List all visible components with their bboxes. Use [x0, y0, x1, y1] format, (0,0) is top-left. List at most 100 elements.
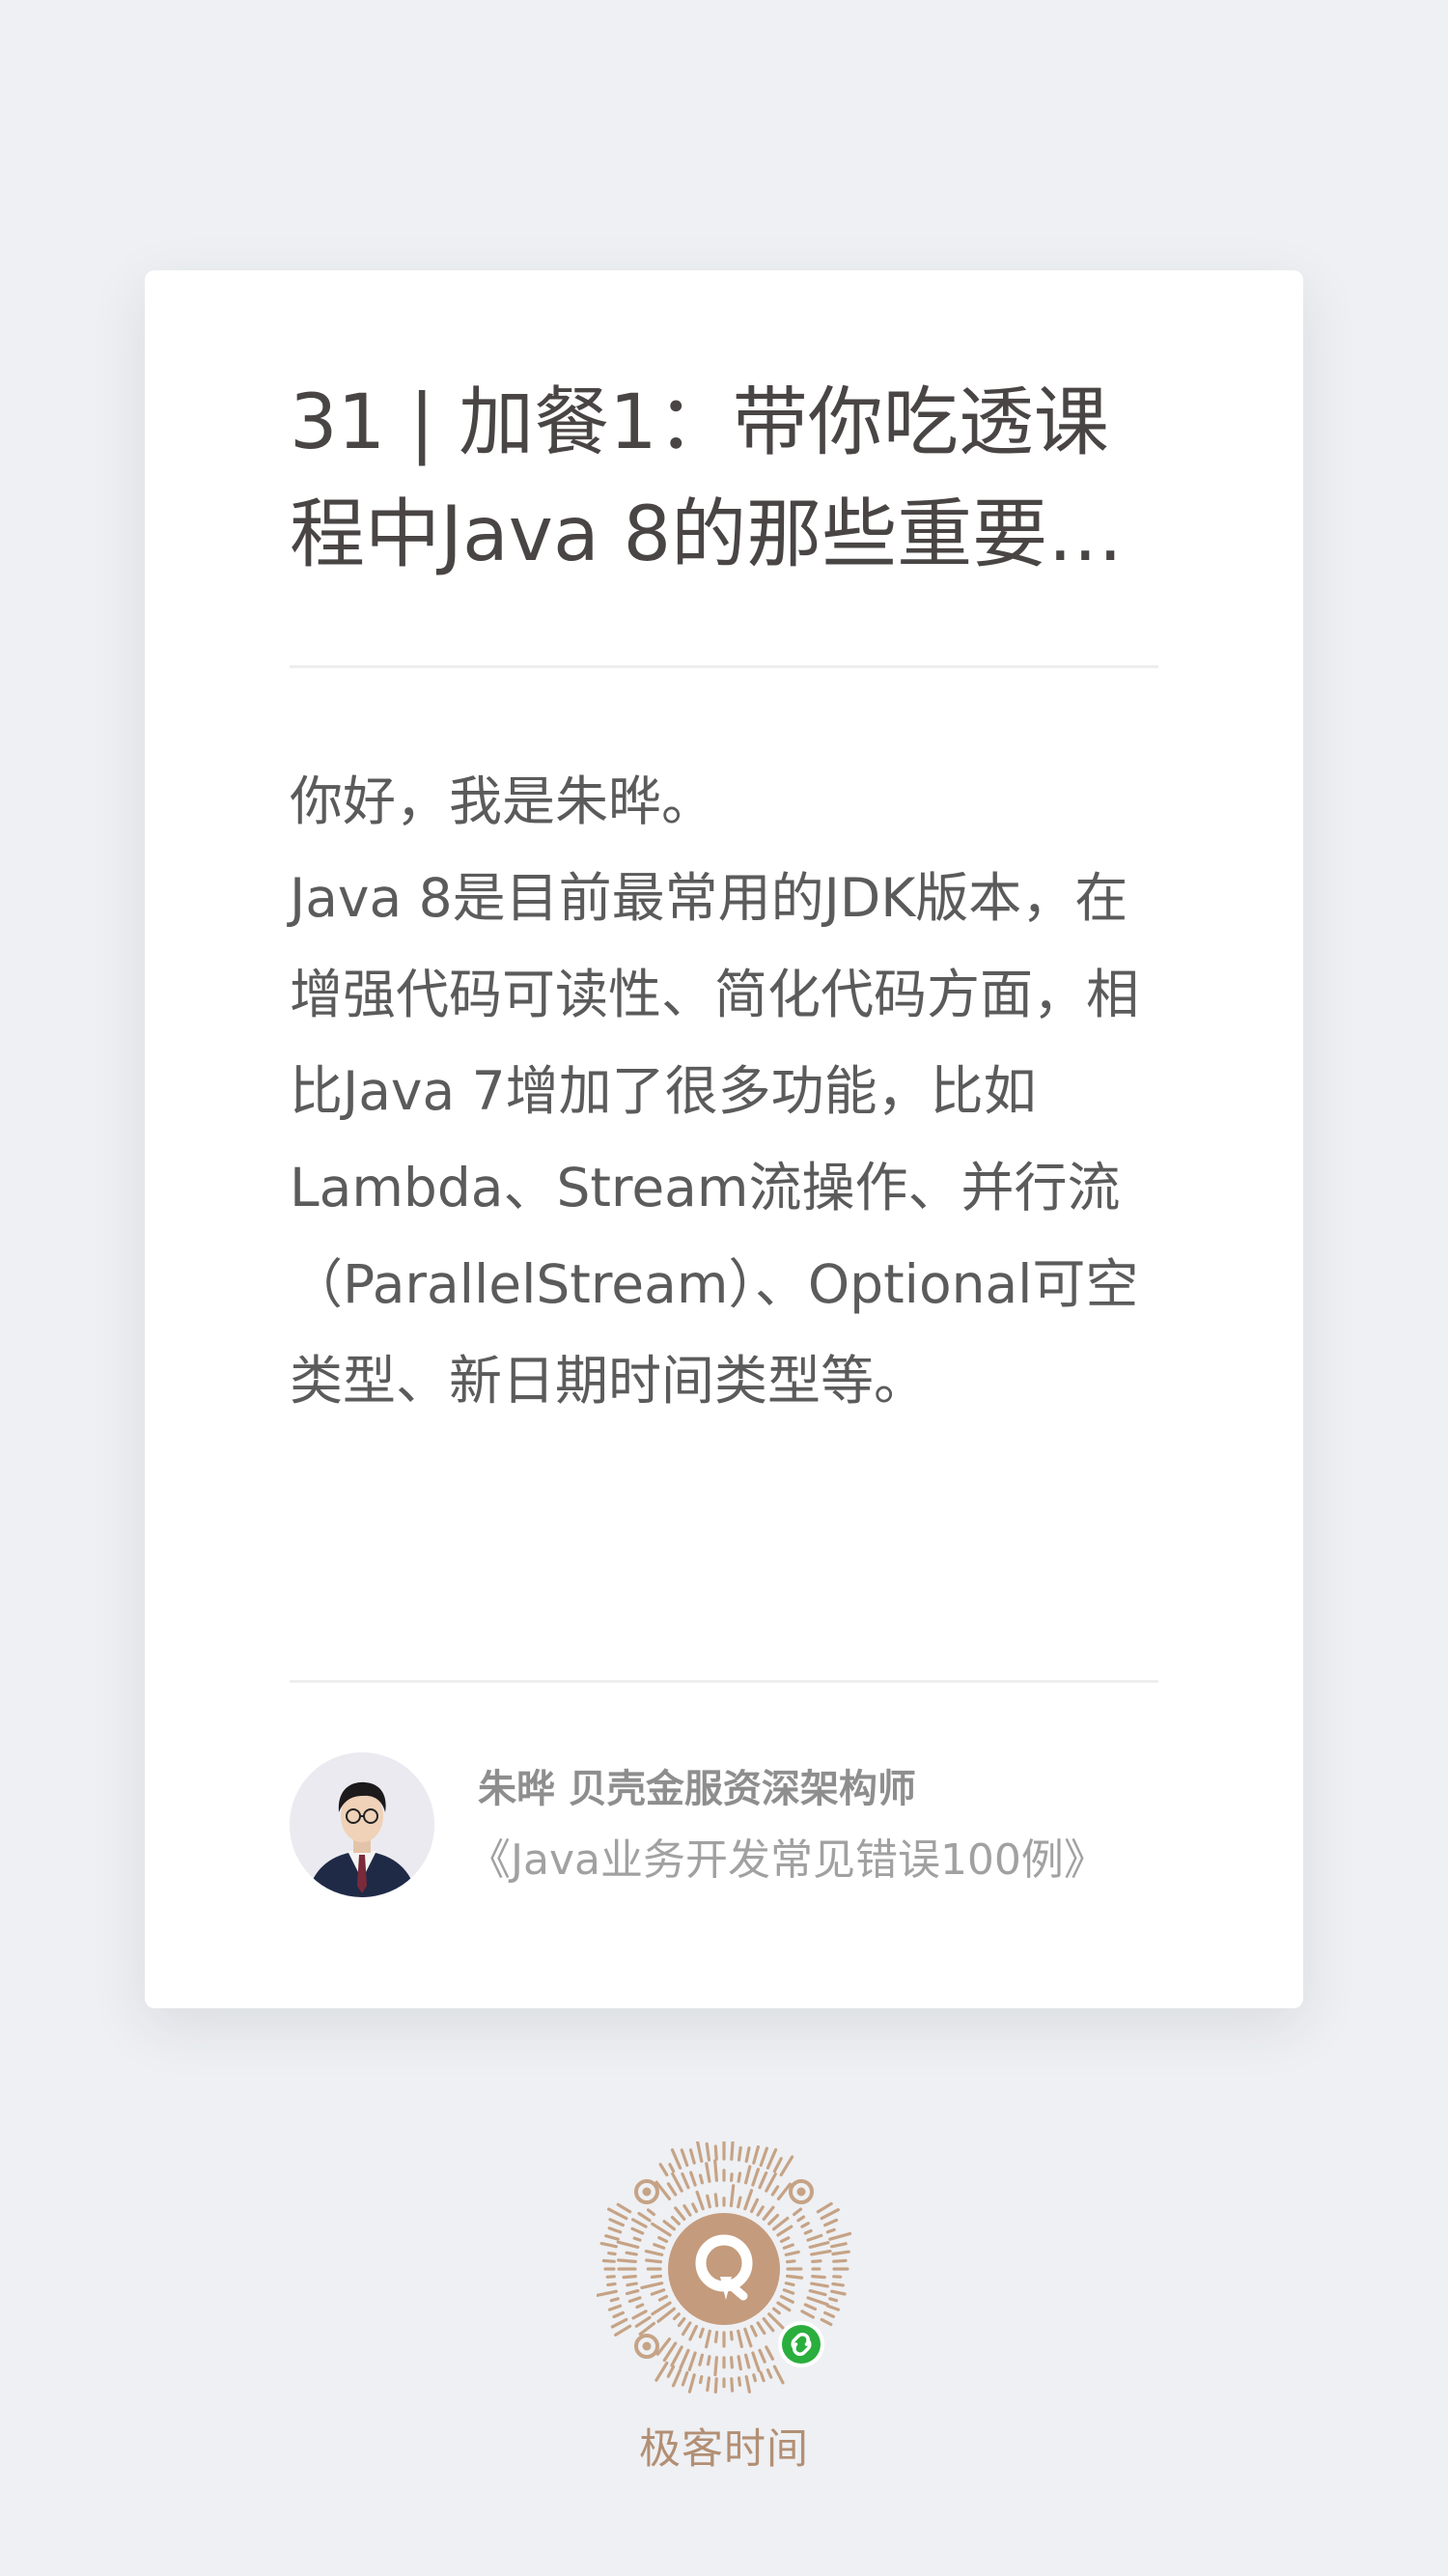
qr-ray	[706, 2376, 711, 2393]
qr-ray	[776, 2182, 792, 2201]
qr-ray	[609, 2297, 620, 2303]
qr-ray	[656, 2307, 677, 2323]
qr-ray	[767, 2213, 780, 2226]
poster-page: { "article": { "title": "31 | 加餐1：带你吃透课程…	[0, 0, 1448, 2576]
qr-ray	[782, 2288, 795, 2295]
qr-ray	[638, 2321, 656, 2337]
qr-ray	[607, 2226, 623, 2234]
qr-ray	[751, 2168, 760, 2187]
qr-ray	[645, 2258, 663, 2264]
qr-ray	[698, 2375, 704, 2385]
qr-ray	[770, 2185, 780, 2197]
qr-ray	[616, 2202, 632, 2214]
qr-ray	[744, 2375, 751, 2394]
qr-ray	[657, 2235, 669, 2244]
qr-ray	[713, 2159, 719, 2182]
qr-ray	[689, 2170, 697, 2187]
qr-ray	[793, 2207, 803, 2217]
qr-ray	[671, 2368, 682, 2388]
qr-ray	[698, 2327, 705, 2338]
qr-ray	[730, 2377, 735, 2393]
qr-ray	[782, 2243, 794, 2250]
qr-ray	[666, 2182, 678, 2197]
qr-ray	[695, 2140, 704, 2163]
wechat-mini-program-code-icon[interactable]	[596, 2136, 852, 2396]
qr-ray	[729, 2184, 736, 2208]
qr-ray	[737, 2145, 742, 2162]
qr-ray	[779, 2236, 791, 2244]
qr-ray	[610, 2317, 628, 2329]
qr-ray	[830, 2289, 847, 2296]
qr-ray	[612, 2310, 625, 2319]
qr-ray	[713, 2193, 719, 2208]
qr-ray	[808, 2241, 830, 2250]
qr-ray	[704, 2329, 711, 2349]
qr-ray	[604, 2234, 620, 2241]
qr-ray	[758, 2348, 766, 2364]
qr-ray	[601, 2258, 616, 2263]
qr-ray	[806, 2296, 829, 2307]
qr-ray	[608, 2218, 625, 2227]
qr-ray	[784, 2282, 795, 2286]
qr-ray	[687, 2373, 696, 2394]
qr-ray	[614, 2324, 632, 2337]
qr-ray	[625, 2289, 640, 2296]
qr-ray	[737, 2376, 742, 2387]
qr-ray	[674, 2206, 686, 2222]
qr-ray	[670, 2215, 681, 2226]
qr-ray	[688, 2148, 696, 2165]
article-intro: 你好，我是朱晔。 Java 8是目前最常用的JDK版本，在增强代码可读性、简化代…	[290, 753, 1168, 1429]
qr-ray	[672, 2312, 681, 2321]
qr-ray	[758, 2170, 768, 2190]
qr-ray	[750, 2324, 758, 2338]
qr-ray	[653, 2243, 666, 2250]
qr-ray	[617, 2258, 637, 2264]
qr-ray	[806, 2233, 823, 2242]
qr-ray	[607, 2304, 623, 2311]
qr-ray	[640, 2282, 664, 2289]
qr-ray	[730, 2138, 735, 2161]
qr-ray	[737, 2329, 743, 2349]
qr-ray	[657, 2295, 669, 2302]
qr-ray	[820, 2208, 840, 2221]
qr-ray	[670, 2148, 682, 2170]
qr-ray	[816, 2201, 833, 2214]
qr-ray	[607, 2207, 628, 2221]
qr-ray	[756, 2205, 765, 2217]
qr-ray	[759, 2146, 768, 2168]
qr-ray	[759, 2370, 766, 2383]
qr-ray	[756, 2321, 766, 2336]
qr-ray	[766, 2368, 773, 2379]
qr-ray	[830, 2242, 848, 2249]
qr-ray	[706, 2355, 711, 2366]
qr-ray	[825, 2227, 836, 2234]
author-divider	[290, 1680, 1158, 1683]
qr-ray	[695, 2190, 705, 2211]
qr-ray	[650, 2274, 663, 2279]
qr-ray	[730, 2172, 734, 2182]
qr-ray	[737, 2171, 742, 2183]
qr-ray	[762, 2317, 775, 2333]
qr-ray	[811, 2275, 826, 2280]
qr-ray	[808, 2289, 827, 2297]
qr-ray	[646, 2208, 656, 2217]
mini-program-code[interactable]	[596, 2136, 852, 2396]
qr-ray	[682, 2203, 692, 2217]
qr-ray	[605, 2275, 616, 2279]
qr-ray	[752, 2373, 757, 2383]
qr-ray	[606, 2282, 617, 2287]
qr-ray	[751, 2351, 761, 2372]
qr-ray	[679, 2348, 690, 2369]
qr-ray	[625, 2251, 638, 2256]
qr-ray	[779, 2155, 794, 2177]
qr-ray	[784, 2250, 800, 2256]
qr-ray	[627, 2296, 642, 2304]
qr-ray	[622, 2275, 637, 2280]
qr-ray	[831, 2250, 850, 2256]
qr-ray	[823, 2218, 839, 2227]
qr-ray	[658, 2163, 669, 2177]
qr-ray	[637, 2211, 652, 2223]
qr-ray	[762, 2205, 775, 2222]
qr-ray	[743, 2189, 754, 2211]
qr-ray	[706, 2194, 711, 2209]
